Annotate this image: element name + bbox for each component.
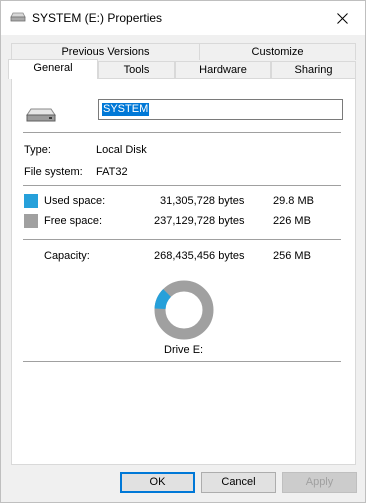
- hard-drive-icon: [25, 107, 57, 126]
- tab-label: Customize: [251, 46, 304, 58]
- tab-hardware[interactable]: Hardware: [175, 61, 271, 78]
- ok-button[interactable]: OK: [120, 472, 195, 493]
- free-space-size: 226 MB: [273, 215, 311, 227]
- tab-sharing[interactable]: Sharing: [271, 61, 356, 78]
- tab-customize[interactable]: Customize: [199, 43, 356, 60]
- properties-window: SYSTEM (E:) Properties Previous Versions…: [0, 0, 366, 503]
- drive-icon: [10, 12, 26, 22]
- disk-usage-donut: [154, 280, 214, 340]
- drive-label: Drive E:: [164, 344, 204, 356]
- close-button[interactable]: [319, 1, 365, 35]
- separator: [23, 132, 341, 133]
- used-space-swatch: [24, 194, 38, 208]
- tab-label: General: [33, 62, 73, 74]
- tab-previous-versions[interactable]: Previous Versions: [11, 43, 200, 60]
- apply-button[interactable]: Apply: [282, 472, 357, 493]
- title-bar[interactable]: SYSTEM (E:) Properties: [1, 1, 365, 35]
- separator: [23, 361, 341, 362]
- separator: [23, 239, 341, 240]
- tab-tools[interactable]: Tools: [98, 61, 175, 78]
- free-space-swatch: [24, 214, 38, 228]
- free-space-bytes: 237,129,728 bytes: [154, 215, 245, 227]
- file-system-label: File system:: [24, 166, 83, 178]
- tab-label: Tools: [123, 64, 150, 76]
- tab-label: Hardware: [199, 64, 247, 76]
- drive-name-input[interactable]: SYSTEM: [98, 99, 343, 120]
- separator: [23, 185, 341, 186]
- close-icon: [336, 12, 348, 24]
- free-space-label: Free space:: [44, 215, 103, 227]
- tab-general[interactable]: General: [8, 59, 98, 79]
- used-space-bytes: 31,305,728 bytes: [160, 195, 245, 207]
- used-space-size: 29.8 MB: [273, 195, 314, 207]
- general-panel: SYSTEM Type: Local Disk File system: FAT…: [11, 78, 356, 465]
- used-space-label: Used space:: [44, 195, 106, 207]
- capacity-label: Capacity:: [44, 250, 90, 262]
- type-value: Local Disk: [96, 144, 147, 156]
- file-system-value: FAT32: [96, 166, 128, 178]
- cancel-button[interactable]: Cancel: [201, 472, 276, 493]
- capacity-size: 256 MB: [273, 250, 311, 262]
- capacity-bytes: 268,435,456 bytes: [154, 250, 245, 262]
- drive-name-value: SYSTEM: [102, 103, 150, 116]
- tab-label: Sharing: [294, 64, 333, 76]
- type-label: Type:: [24, 144, 51, 156]
- window-title: SYSTEM (E:) Properties: [32, 11, 163, 25]
- tab-label: Previous Versions: [61, 46, 150, 58]
